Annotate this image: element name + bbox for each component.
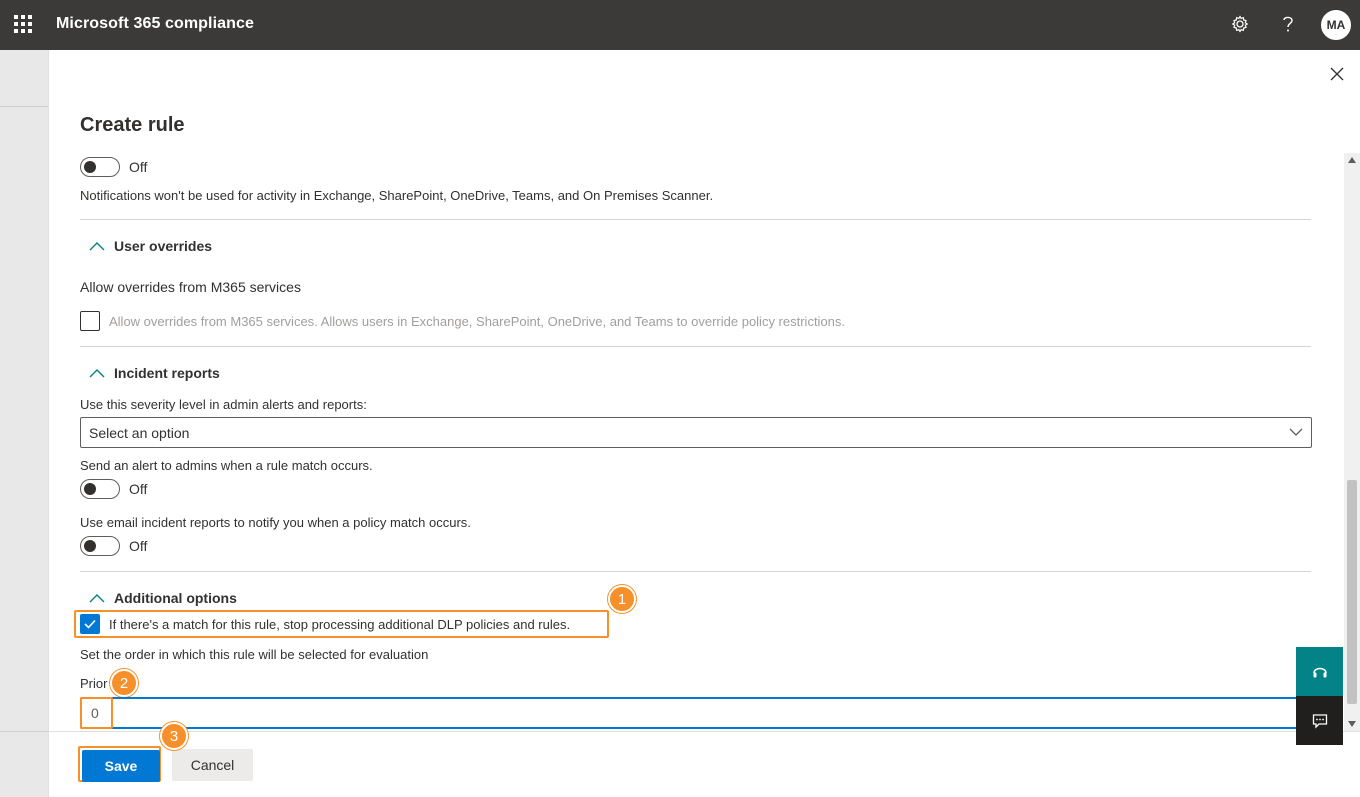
- divider: [80, 346, 1311, 347]
- section-title: Incident reports: [114, 365, 220, 381]
- close-icon[interactable]: [1327, 64, 1347, 84]
- save-button[interactable]: Save: [82, 750, 160, 782]
- allow-overrides-checkbox-label: Allow overrides from M365 services. Allo…: [109, 314, 846, 329]
- app-title[interactable]: Microsoft 365 compliance: [56, 15, 254, 33]
- scroll-up-arrow-icon[interactable]: [1348, 157, 1356, 163]
- avatar[interactable]: MA: [1321, 10, 1351, 40]
- section-title: Additional options: [114, 590, 237, 606]
- alert-label: Send an alert to admins when a rule matc…: [80, 458, 373, 473]
- chevron-up-icon: [89, 594, 105, 603]
- callout-badge-3: 3: [160, 722, 188, 750]
- divider: [80, 219, 1311, 220]
- section-header-additional-options[interactable]: Additional options: [89, 590, 237, 606]
- page-title: Create rule: [80, 114, 185, 136]
- headset-help-button[interactable]: [1296, 647, 1343, 696]
- section-header-user-overrides[interactable]: User overrides: [89, 238, 212, 254]
- alert-toggle-label: Off: [129, 481, 148, 497]
- cancel-button[interactable]: Cancel: [172, 749, 253, 781]
- divider: [80, 571, 1311, 572]
- overrides-label: Allow overrides from M365 services: [80, 279, 301, 295]
- panel-scrollbar[interactable]: [1344, 153, 1360, 731]
- alert-toggle[interactable]: [80, 479, 120, 499]
- scrollbar-thumb[interactable]: [1347, 480, 1357, 704]
- background-page: [0, 50, 48, 797]
- notifications-description: Notifications won't be used for activity…: [80, 188, 714, 203]
- priority-label: Prior: [80, 676, 108, 691]
- callout-badge-2: 2: [110, 669, 138, 697]
- question-icon[interactable]: [1276, 12, 1300, 36]
- chevron-up-icon: [89, 369, 105, 378]
- stop-processing-checkbox[interactable]: [80, 614, 100, 634]
- headset-icon: [1312, 667, 1327, 677]
- allow-overrides-checkbox[interactable]: [80, 311, 100, 331]
- footer-divider: [49, 731, 1360, 732]
- top-navigation-bar: Microsoft 365 compliance MA: [0, 0, 1360, 50]
- chevron-down-icon: [1289, 428, 1303, 436]
- gear-icon[interactable]: [1228, 12, 1252, 36]
- app-launcher-icon[interactable]: [14, 15, 32, 33]
- chat-icon: [1312, 713, 1327, 729]
- chevron-up-icon: [89, 242, 105, 251]
- callout-highlight-priority: [80, 697, 113, 729]
- email-reports-toggle-label: Off: [129, 538, 148, 554]
- callout-badge-1: 1: [608, 585, 636, 613]
- severity-dropdown-value: Select an option: [89, 425, 190, 441]
- scroll-down-arrow-icon[interactable]: [1348, 721, 1356, 727]
- checkmark-icon: [84, 619, 96, 629]
- feedback-chat-button[interactable]: [1296, 696, 1343, 745]
- order-label: Set the order in which this rule will be…: [80, 647, 429, 662]
- notifications-toggle-label: Off: [129, 159, 148, 175]
- severity-label: Use this severity level in admin alerts …: [80, 397, 367, 412]
- email-reports-label: Use email incident reports to notify you…: [80, 515, 471, 530]
- notifications-toggle[interactable]: [80, 157, 120, 177]
- section-title: User overrides: [114, 238, 213, 254]
- section-header-incident-reports[interactable]: Incident reports: [89, 365, 220, 381]
- severity-dropdown[interactable]: Select an option: [80, 417, 1312, 448]
- create-rule-panel: Create rule Off Notifications won't be u…: [48, 50, 1360, 797]
- priority-input[interactable]: 0: [80, 697, 1312, 729]
- email-reports-toggle[interactable]: [80, 536, 120, 556]
- stop-processing-label: If there's a match for this rule, stop p…: [109, 617, 571, 632]
